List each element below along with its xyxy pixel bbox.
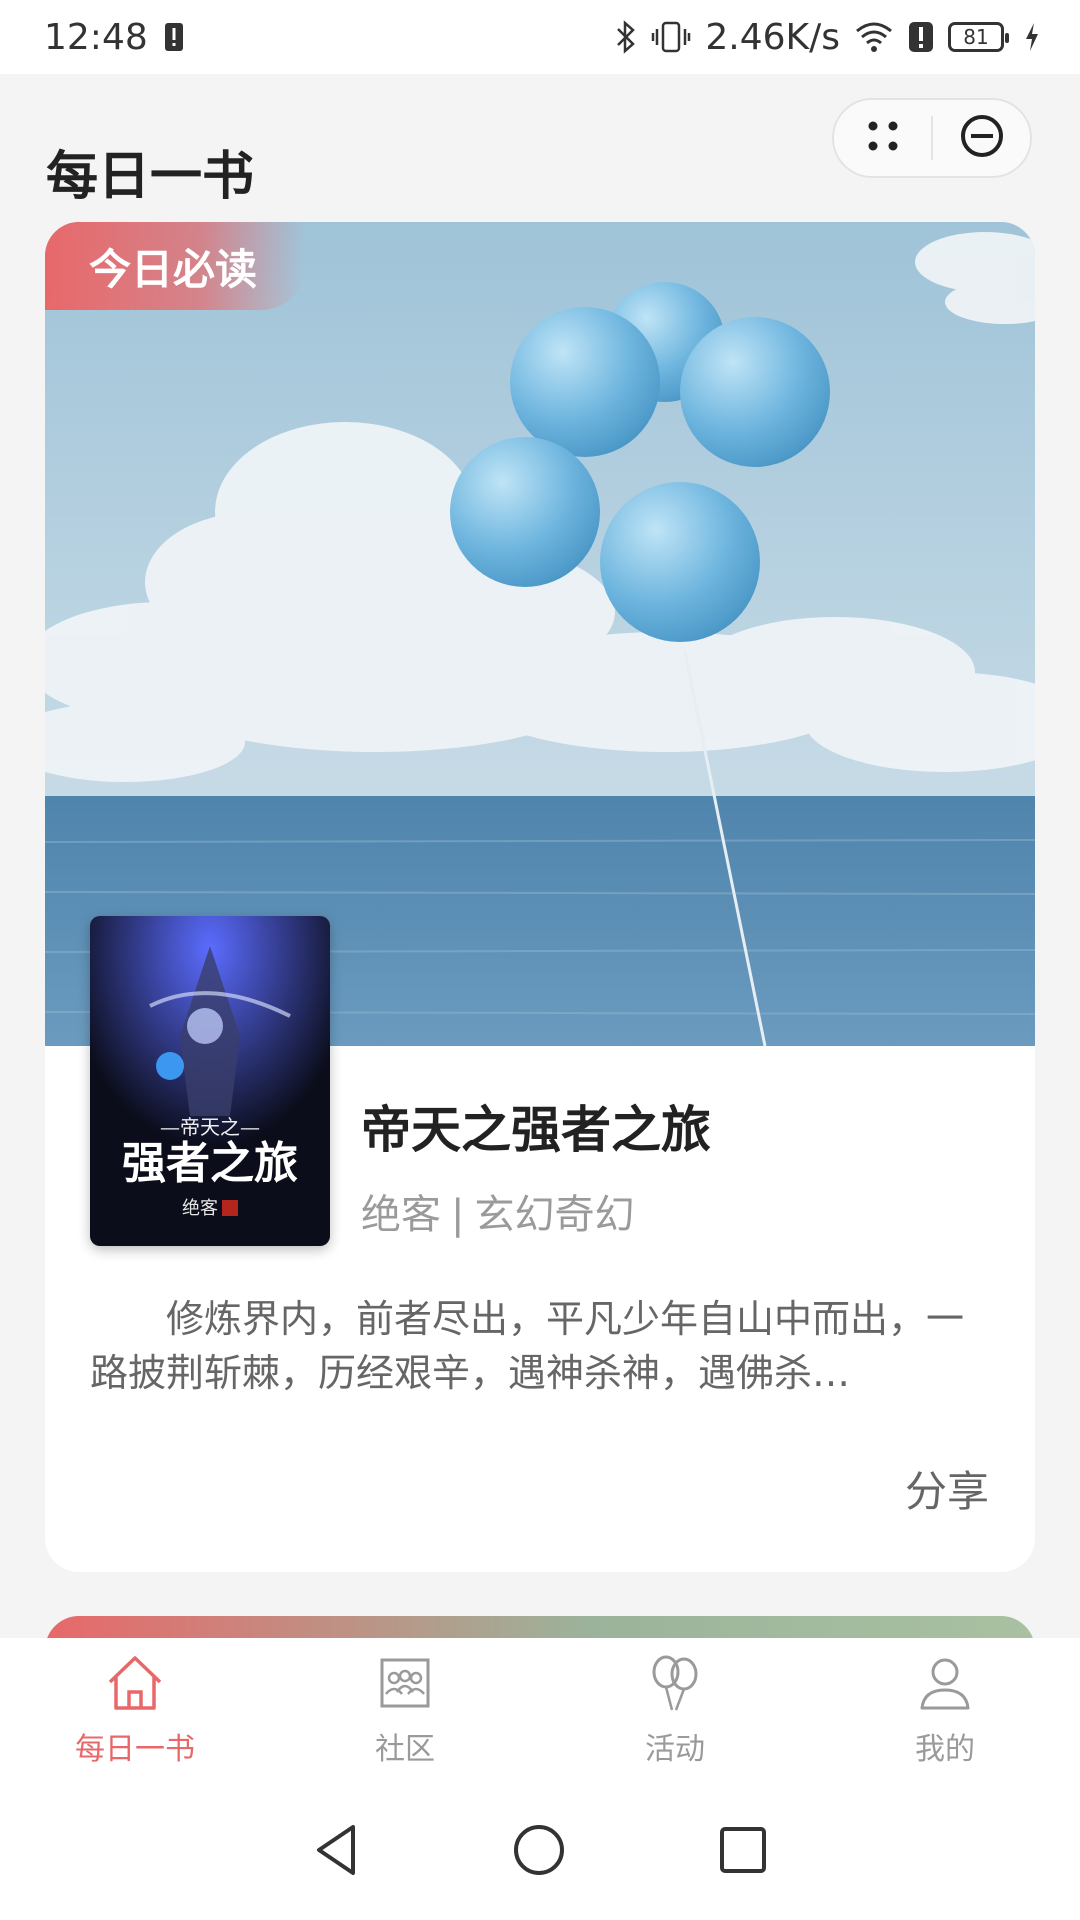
book-meta: 绝客 | 玄幻奇幻 (361, 1182, 634, 1240)
user-icon (912, 1650, 978, 1720)
alert-icon (908, 21, 934, 53)
sim-alert-icon (164, 22, 184, 52)
tab-community[interactable]: 社区 (270, 1638, 540, 1784)
book-cover[interactable]: —帝天之— 强者之旅 绝客 (90, 916, 330, 1246)
charging-icon (1024, 22, 1040, 52)
tab-label: 社区 (375, 1732, 435, 1767)
tab-activities[interactable]: 活动 (540, 1638, 810, 1784)
vibrate-icon (651, 21, 691, 53)
cover-title: 强者之旅 (122, 1138, 298, 1189)
tab-daily-book[interactable]: 每日一书 (0, 1638, 270, 1784)
book-title[interactable]: 帝天之强者之旅 (361, 1090, 711, 1162)
community-icon (372, 1650, 438, 1720)
home-circle-icon[interactable] (511, 1822, 567, 1882)
recents-icon[interactable] (717, 1824, 769, 1880)
tab-label: 每日一书 (75, 1732, 195, 1767)
close-button[interactable] (933, 100, 1030, 176)
book-description: 修炼界内，前者尽出，平凡少年自山中而出，一路披荆斩棘，历经艰辛，遇神杀神，遇佛杀… (90, 1297, 965, 1395)
system-nav-bar (0, 1784, 1080, 1920)
bluetooth-icon (615, 20, 637, 54)
network-speed: 2.46K/s (705, 16, 840, 58)
tab-mine[interactable]: 我的 (810, 1638, 1080, 1784)
home-icon (102, 1650, 168, 1720)
cover-author: 绝客 (182, 1198, 218, 1219)
minus-circle-icon (959, 113, 1005, 163)
must-read-badge: 今日必读 (45, 222, 305, 310)
share-button[interactable]: 分享 (905, 1458, 989, 1519)
more-dots-icon (863, 116, 903, 160)
tab-label: 我的 (915, 1732, 975, 1767)
battery-icon: 81 (948, 22, 1009, 52)
back-icon[interactable] (311, 1822, 361, 1882)
more-button[interactable] (834, 100, 931, 176)
mini-program-capsule (832, 98, 1032, 178)
tab-label: 活动 (645, 1732, 705, 1767)
battery-level: 81 (963, 25, 989, 49)
wifi-icon (854, 21, 894, 53)
balloons-icon (642, 1650, 708, 1720)
header: 每日一书 (0, 74, 1080, 222)
page-title: 每日一书 (46, 147, 255, 207)
tab-bar: 每日一书 社区 活动 我的 (0, 1638, 1080, 1784)
meta-separator: | (451, 1192, 465, 1238)
daily-book-card[interactable]: 今日必读 —帝天之— 强者之旅 绝客 帝天之强者之旅 绝客 | 玄幻奇幻 修炼界内，… (45, 222, 1035, 1572)
book-author: 绝客 (361, 1192, 441, 1238)
cover-subtitle: —帝天之— (160, 1115, 260, 1139)
book-genre: 玄幻奇幻 (474, 1192, 635, 1238)
status-bar: 12:48 2.46K/s 81 (0, 0, 1080, 74)
status-time: 12:48 (44, 16, 148, 58)
